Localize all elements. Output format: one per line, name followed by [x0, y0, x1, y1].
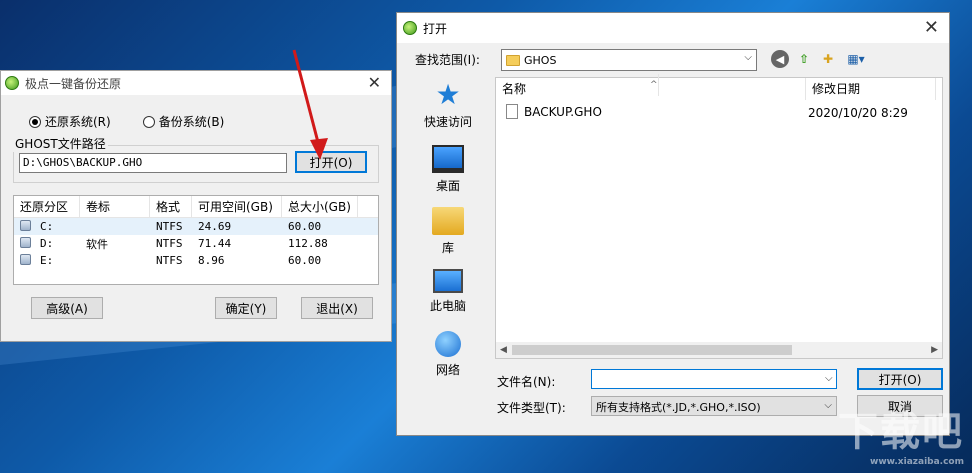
watermark-sub: www.xiazaiba.com	[870, 457, 964, 467]
star-icon: ★	[435, 78, 461, 111]
scrollbar-thumb[interactable]	[512, 345, 792, 355]
sort-ascending-icon: ^	[644, 74, 659, 96]
cell-total: 60.00	[288, 254, 322, 267]
up-folder-icon[interactable]: ⇧	[795, 50, 813, 68]
app-logo-icon	[5, 76, 19, 90]
app-logo-icon	[403, 21, 417, 35]
open-title: 打开	[423, 21, 448, 36]
ok-button[interactable]: 确定(Y)	[215, 297, 277, 319]
file-list-header: ^ 名称 修改日期	[496, 74, 942, 100]
filetype-value: 所有支持格式(*.JD,*.GHO,*.ISO)	[596, 401, 761, 414]
drive-icon	[20, 254, 31, 265]
col-format[interactable]: 格式	[150, 195, 192, 218]
network-icon	[435, 331, 461, 357]
partition-table: 还原分区 卷标 格式 可用空间(GB) 总大小(GB) C: NTFS 24.6…	[13, 195, 379, 285]
advanced-button[interactable]: 高级(A)	[31, 297, 103, 319]
desktop-icon	[432, 145, 464, 173]
file-icon	[506, 104, 518, 119]
ghost-title-bar: 极点一键备份还原 ✕	[1, 71, 391, 95]
place-label: 快速访问	[423, 115, 472, 129]
cell-total: 112.88	[288, 237, 328, 250]
col-total-size[interactable]: 总大小(GB)	[282, 195, 358, 218]
horizontal-scrollbar[interactable]: ◀ ▶	[496, 342, 942, 358]
place-libraries[interactable]: 库	[403, 207, 493, 256]
place-network[interactable]: 网络	[403, 331, 493, 378]
file-date: 2020/10/20 8:29	[808, 106, 908, 120]
place-label: 网络	[435, 363, 460, 377]
watermark: 下载吧 www.xiazaiba.com	[838, 399, 964, 467]
place-this-pc[interactable]: 此电脑	[403, 269, 493, 314]
col-free-space[interactable]: 可用空间(GB)	[192, 195, 282, 218]
radio-backup-label: 备份系统(B)	[158, 115, 225, 129]
cell-free: 24.69	[198, 220, 232, 233]
filetype-label: 文件类型(T):	[497, 401, 566, 415]
folder-icon	[506, 54, 520, 66]
watermark-main: 下载吧	[838, 409, 964, 455]
computer-icon	[433, 269, 463, 293]
lookin-label: 查找范围(I):	[415, 53, 480, 67]
filename-label: 文件名(N):	[497, 375, 556, 389]
list-item[interactable]: BACKUP.GHO	[506, 104, 602, 119]
col-modified-date[interactable]: 修改日期	[806, 78, 936, 100]
drive-icon	[20, 237, 31, 248]
col-volume-label[interactable]: 卷标	[80, 195, 150, 218]
lookin-value: GHOS	[524, 53, 557, 67]
file-name: BACKUP.GHO	[524, 104, 602, 119]
col-partition[interactable]: 还原分区	[14, 195, 80, 218]
cell-drive: E:	[40, 254, 54, 267]
cell-drive: C:	[40, 220, 54, 233]
cell-drive: D:	[40, 237, 54, 250]
cell-format: NTFS	[156, 254, 183, 267]
filename-input[interactable]	[591, 369, 837, 389]
cell-format: NTFS	[156, 220, 183, 233]
radio-restore-system[interactable]: 还原系统(R)	[29, 113, 111, 130]
ghost-backup-window: 极点一键备份还原 ✕ 还原系统(R) 备份系统(B) GHOST文件路径 D:\…	[0, 70, 392, 342]
table-row[interactable]: C: NTFS 24.69 60.00	[14, 218, 378, 235]
ghost-open-button[interactable]: 打开(O)	[295, 151, 367, 173]
close-icon[interactable]: ✕	[924, 17, 939, 38]
cell-free: 71.44	[198, 237, 232, 250]
close-icon[interactable]: ✕	[368, 73, 381, 92]
cell-free: 8.96	[198, 254, 225, 267]
scroll-left-icon[interactable]: ◀	[500, 345, 507, 355]
library-icon	[432, 207, 464, 235]
cell-total: 60.00	[288, 220, 322, 233]
partition-table-header: 还原分区 卷标 格式 可用空间(GB) 总大小(GB)	[14, 195, 378, 218]
radio-unchecked-icon	[142, 115, 155, 128]
place-label: 此电脑	[429, 299, 466, 313]
cell-format: NTFS	[156, 237, 183, 250]
place-desktop[interactable]: 桌面	[403, 145, 493, 194]
chevron-down-icon: ⌵	[824, 400, 832, 411]
radio-checked-icon	[29, 115, 41, 128]
ghost-path-input[interactable]: D:\GHOS\BACKUP.GHO	[19, 153, 287, 173]
lookin-combo[interactable]: GHOS ⌵	[501, 49, 757, 71]
scroll-right-icon[interactable]: ▶	[931, 345, 938, 355]
back-arrow-icon[interactable]: ◀	[771, 50, 789, 68]
exit-button[interactable]: 退出(X)	[301, 297, 373, 319]
file-list: ^ 名称 修改日期 BACKUP.GHO 2020/10/20 8:29 ◀ ▶	[495, 74, 943, 359]
ghost-path-group-label: GHOST文件路径	[13, 135, 108, 152]
open-title-bar: 打开 ✕	[397, 13, 949, 43]
new-folder-icon[interactable]: ✚	[819, 50, 837, 68]
place-quick-access[interactable]: ★ 快速访问	[403, 81, 493, 130]
open-file-dialog: 打开 ✕ 查找范围(I): GHOS ⌵ ◀ ⇧ ✚ ▦▾ ★ 快速访问 桌面 …	[396, 12, 950, 436]
view-menu-icon[interactable]: ▦▾	[843, 50, 869, 68]
cell-label: 软件	[86, 237, 108, 251]
radio-restore-label: 还原系统(R)	[45, 115, 111, 129]
table-row[interactable]: E: NTFS 8.96 60.00	[14, 252, 378, 269]
table-row[interactable]: D: 软件 NTFS 71.44 112.88	[14, 235, 378, 252]
places-bar: ★ 快速访问 桌面 库 此电脑 网络	[403, 77, 493, 383]
place-label: 库	[441, 241, 454, 255]
dialog-open-button[interactable]: 打开(O)	[857, 368, 943, 390]
filetype-combo[interactable]: 所有支持格式(*.JD,*.GHO,*.ISO) ⌵	[591, 396, 837, 416]
place-label: 桌面	[435, 179, 460, 193]
ghost-title: 极点一键备份还原	[25, 76, 122, 91]
drive-icon	[20, 220, 31, 231]
chevron-down-icon: ⌵	[744, 52, 752, 63]
radio-backup-system[interactable]: 备份系统(B)	[142, 113, 225, 130]
